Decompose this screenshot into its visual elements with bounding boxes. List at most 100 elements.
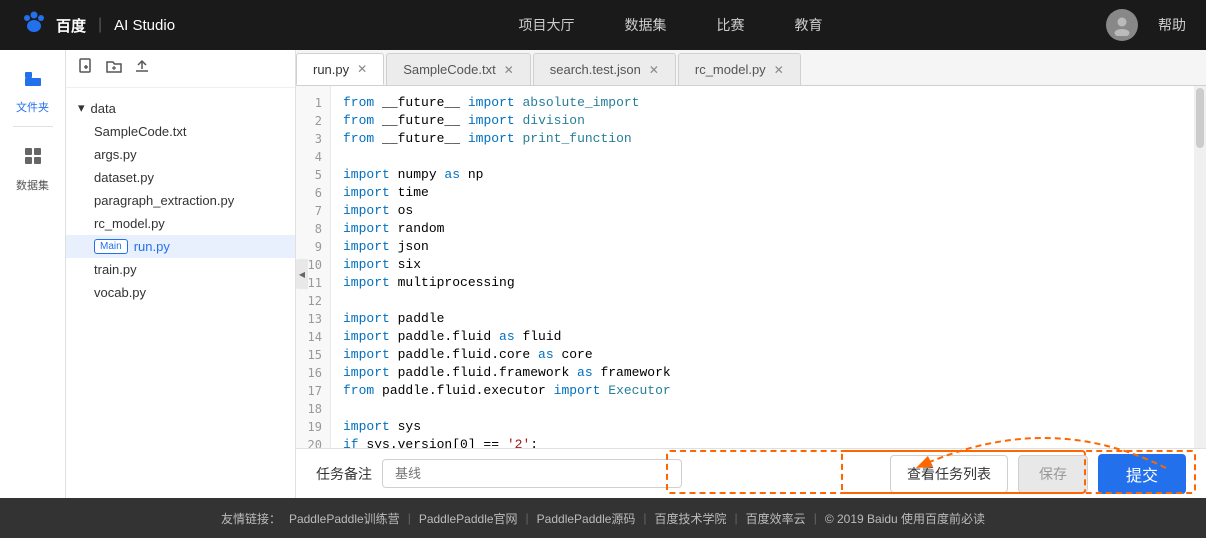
- code-line: import paddle.fluid.framework as framewo…: [343, 364, 1194, 382]
- file-name: SampleCode.txt: [94, 124, 187, 139]
- code-line: from __future__ import division: [343, 112, 1194, 130]
- footer-link-1[interactable]: PaddlePaddle训练营: [289, 510, 400, 527]
- editor-area: ◀ run.py ✕ SampleCode.txt ✕ search.test.…: [296, 50, 1206, 498]
- editor-tabs: run.py ✕ SampleCode.txt ✕ search.test.js…: [296, 50, 1206, 86]
- code-line: [343, 400, 1194, 418]
- logo-baidu-text: 百度: [56, 15, 86, 36]
- folder-data[interactable]: ▾ data: [66, 96, 295, 120]
- nav-link-projects[interactable]: 项目大厅: [519, 15, 575, 35]
- code-line: from __future__ import print_function: [343, 130, 1194, 148]
- tab-rc-model[interactable]: rc_model.py ✕: [678, 53, 801, 85]
- code-line: import sys: [343, 418, 1194, 436]
- tab-label: run.py: [313, 62, 349, 77]
- file-item-active[interactable]: Main run.py: [66, 235, 295, 258]
- submit-button[interactable]: 提交: [1098, 454, 1186, 494]
- footer-link-4[interactable]: 百度技术学院: [655, 510, 727, 527]
- code-line: [343, 292, 1194, 310]
- tab-label: search.test.json: [550, 62, 641, 77]
- sidebar-dataset-label: 数据集: [16, 177, 49, 193]
- code-editor[interactable]: from __future__ import absolute_import f…: [331, 86, 1206, 448]
- sidebar: 文件夹 数据集: [0, 50, 66, 498]
- footer-link-5[interactable]: 百度效率云: [746, 510, 806, 527]
- submit-bar-left: 任务备注: [316, 459, 874, 488]
- folder-chevron: ▾: [78, 100, 85, 116]
- code-line: import numpy as np: [343, 166, 1194, 184]
- file-panel: ▾ data SampleCode.txt args.py dataset.py…: [66, 50, 296, 498]
- sidebar-files-group: 文件夹: [13, 60, 53, 115]
- footer: 友情链接： PaddlePaddle训练营 | PaddlePaddle官网 |…: [0, 498, 1206, 538]
- code-line: import json: [343, 238, 1194, 256]
- folder-name: data: [91, 101, 116, 116]
- user-avatar[interactable]: [1106, 9, 1138, 41]
- main-badge: Main: [94, 239, 128, 254]
- nav-link-education[interactable]: 教育: [795, 15, 823, 35]
- file-name: rc_model.py: [94, 216, 165, 231]
- file-name: run.py: [134, 239, 170, 254]
- submit-bar: 任务备注 查看任务列表 保存 提交: [296, 448, 1206, 498]
- code-line: from paddle.fluid.executor import Execut…: [343, 382, 1194, 400]
- footer-link-2[interactable]: PaddlePaddle官网: [419, 510, 518, 527]
- sidebar-dataset-icon[interactable]: [13, 138, 53, 173]
- code-line: import paddle: [343, 310, 1194, 328]
- footer-copyright: © 2019 Baidu 使用百度前必读: [825, 510, 985, 527]
- tab-close-icon[interactable]: ✕: [774, 63, 784, 77]
- baseline-input[interactable]: [382, 459, 682, 488]
- code-line: import time: [343, 184, 1194, 202]
- scrollbar-thumb[interactable]: [1196, 88, 1204, 148]
- nav-link-compete[interactable]: 比赛: [717, 15, 745, 35]
- file-name: train.py: [94, 262, 137, 277]
- sidebar-dataset-group: 数据集: [13, 138, 53, 193]
- sidebar-files-icon[interactable]: [13, 60, 53, 95]
- code-line: import random: [343, 220, 1194, 238]
- new-file-icon[interactable]: [78, 58, 94, 79]
- tab-close-icon[interactable]: ✕: [357, 62, 367, 76]
- top-nav: 百度 | AI Studio 项目大厅 数据集 比赛 教育 帮助: [0, 0, 1206, 50]
- file-item[interactable]: train.py: [66, 258, 295, 281]
- editor-content: 1234 5678 9101112 13141516 17181920 2122…: [296, 86, 1206, 448]
- nav-right: 帮助: [1106, 9, 1186, 41]
- nav-logo: 百度 | AI Studio: [20, 10, 175, 40]
- code-line: [343, 148, 1194, 166]
- baidu-logo: [20, 10, 48, 40]
- code-line: import six: [343, 256, 1194, 274]
- tab-close-icon[interactable]: ✕: [504, 63, 514, 77]
- vertical-scrollbar[interactable]: [1194, 86, 1206, 448]
- nav-links: 项目大厅 数据集 比赛 教育: [235, 15, 1106, 35]
- nav-link-datasets[interactable]: 数据集: [625, 15, 667, 35]
- view-tasks-button[interactable]: 查看任务列表: [890, 455, 1008, 493]
- file-toolbar: [66, 50, 295, 88]
- file-item[interactable]: rc_model.py: [66, 212, 295, 235]
- collapse-panel-arrow[interactable]: ◀: [296, 259, 308, 289]
- new-folder-icon[interactable]: [106, 58, 122, 79]
- file-item[interactable]: vocab.py: [66, 281, 295, 304]
- file-tree: ▾ data SampleCode.txt args.py dataset.py…: [66, 88, 295, 498]
- footer-link-3[interactable]: PaddlePaddle源码: [537, 510, 636, 527]
- tab-search-json[interactable]: search.test.json ✕: [533, 53, 676, 85]
- code-line: import multiprocessing: [343, 274, 1194, 292]
- file-name: dataset.py: [94, 170, 154, 185]
- save-button[interactable]: 保存: [1018, 455, 1088, 493]
- file-name: vocab.py: [94, 285, 146, 300]
- sidebar-divider: [13, 126, 53, 127]
- file-name: args.py: [94, 147, 137, 162]
- code-line: if sys.version[0] == '2':: [343, 436, 1194, 448]
- file-item[interactable]: dataset.py: [66, 166, 295, 189]
- upload-icon[interactable]: [134, 58, 150, 79]
- code-line: import paddle.fluid as fluid: [343, 328, 1194, 346]
- tab-label: SampleCode.txt: [403, 62, 496, 77]
- footer-prefix: 友情链接：: [221, 510, 281, 527]
- tab-samplecode[interactable]: SampleCode.txt ✕: [386, 53, 531, 85]
- task-label: 任务备注: [316, 464, 372, 484]
- nav-help[interactable]: 帮助: [1158, 15, 1186, 35]
- main-layout: 文件夹 数据集: [0, 50, 1206, 498]
- file-item[interactable]: paragraph_extraction.py: [66, 189, 295, 212]
- file-item[interactable]: SampleCode.txt: [66, 120, 295, 143]
- sidebar-files-label: 文件夹: [16, 99, 49, 115]
- file-name: paragraph_extraction.py: [94, 193, 234, 208]
- tab-run-py[interactable]: run.py ✕: [296, 53, 384, 85]
- tab-close-icon[interactable]: ✕: [649, 63, 659, 77]
- code-line: from __future__ import absolute_import: [343, 94, 1194, 112]
- logo-ai-studio: AI Studio: [114, 17, 175, 34]
- code-line: import paddle.fluid.core as core: [343, 346, 1194, 364]
- file-item[interactable]: args.py: [66, 143, 295, 166]
